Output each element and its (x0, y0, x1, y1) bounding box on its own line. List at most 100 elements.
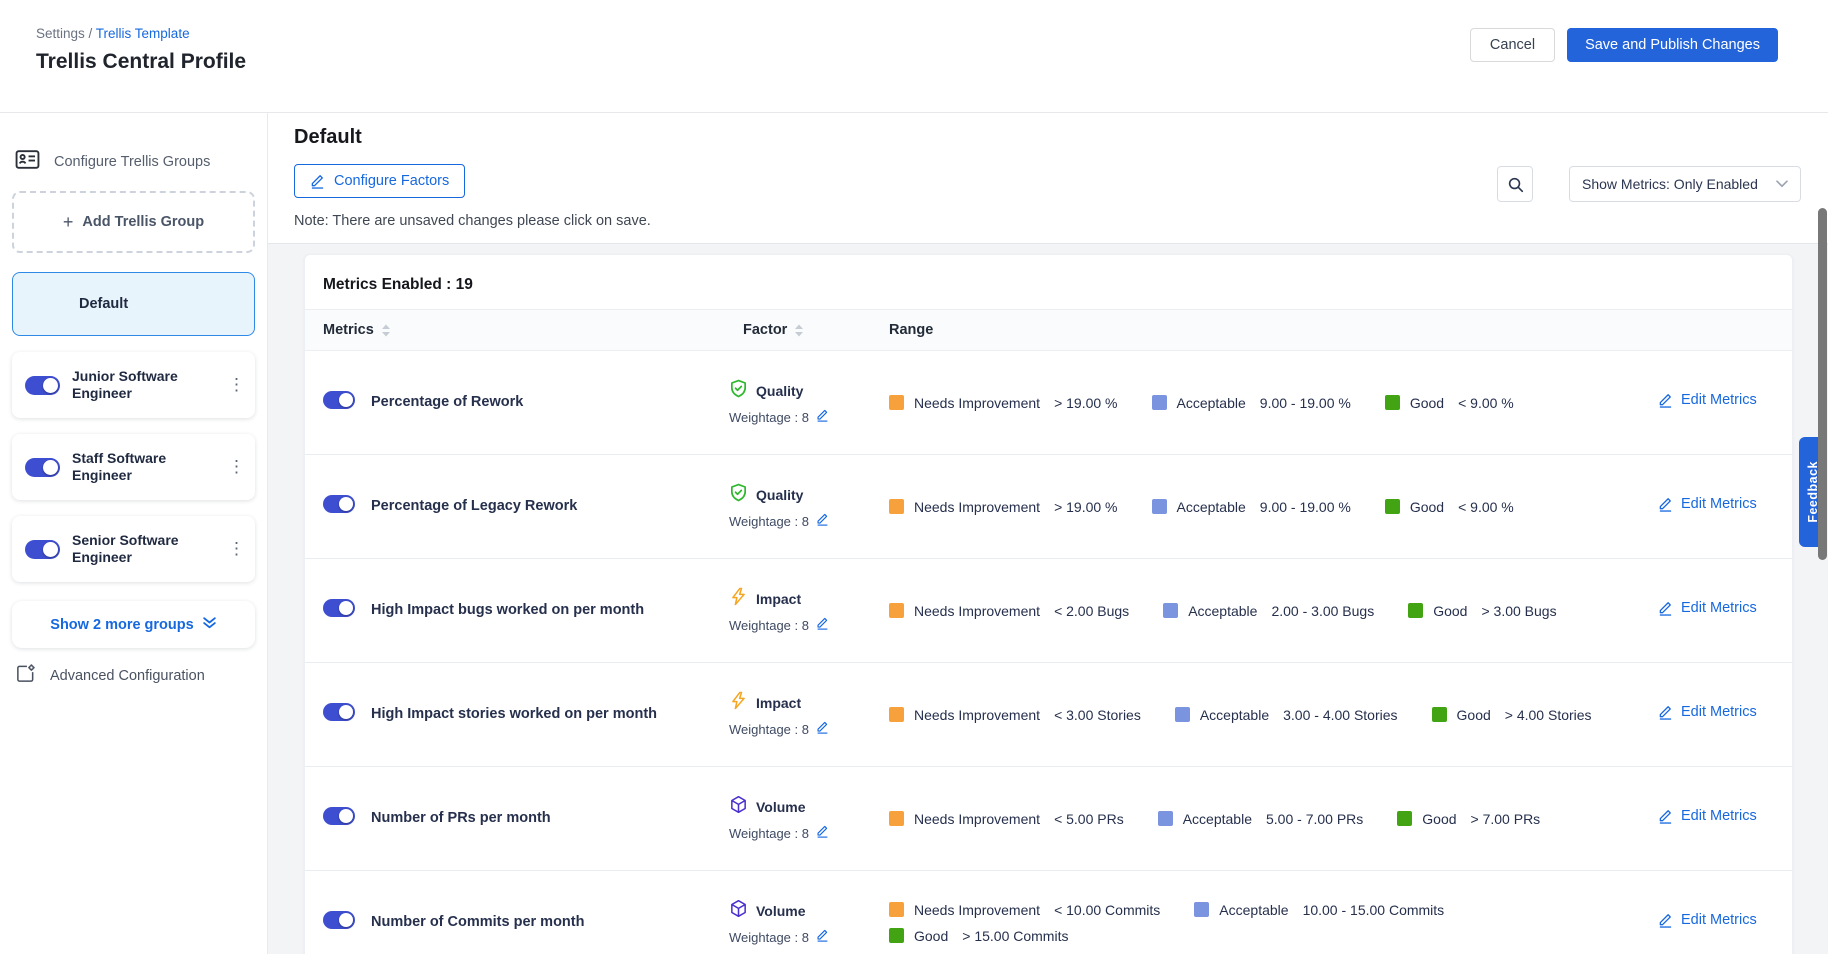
add-trellis-group-button[interactable]: + Add Trellis Group (12, 191, 255, 253)
range-value: 5.00 - 7.00 PRs (1266, 811, 1363, 827)
range-item: Good > 3.00 Bugs (1408, 603, 1556, 619)
configure-factors-button[interactable]: Configure Factors (294, 164, 465, 198)
table-header-row: Metrics Factor Range (305, 309, 1792, 351)
trellis-group-card[interactable]: Senior Software Engineer ⋮ (12, 516, 255, 582)
group-enabled-toggle[interactable] (25, 458, 60, 477)
range-value: > 3.00 Bugs (1481, 603, 1556, 619)
edit-metrics-link[interactable]: Edit Metrics (1658, 392, 1757, 408)
edit-pencil-icon (1658, 912, 1673, 928)
kebab-menu-icon[interactable]: ⋮ (228, 375, 242, 395)
metrics-filter-select[interactable]: Show Metrics: Only Enabled (1569, 166, 1801, 202)
range-value: > 15.00 Commits (962, 928, 1068, 944)
edit-weightage-icon[interactable] (816, 824, 829, 843)
range-value: < 3.00 Stories (1054, 707, 1141, 723)
range-label: Good (1457, 707, 1491, 723)
volume-cube-icon (729, 795, 748, 819)
sidebar: Configure Trellis Groups + Add Trellis G… (0, 113, 268, 954)
edit-weightage-icon[interactable] (816, 928, 829, 947)
range-value: 3.00 - 4.00 Stories (1283, 707, 1397, 723)
group-enabled-toggle[interactable] (25, 376, 60, 395)
group-name: Senior Software Engineer (72, 532, 216, 565)
metric-enabled-toggle[interactable] (323, 703, 355, 721)
edit-metrics-link[interactable]: Edit Metrics (1658, 496, 1757, 512)
weightage-label: Weightage : 8 (729, 618, 809, 633)
trellis-group-card[interactable]: Junior Software Engineer ⋮ (12, 352, 255, 418)
volume-cube-icon (729, 899, 748, 923)
sort-metrics-icon[interactable] (381, 324, 391, 337)
edit-weightage-icon[interactable] (816, 512, 829, 531)
range-color-swatch (889, 499, 904, 514)
range-label: Acceptable (1219, 902, 1288, 918)
metric-enabled-toggle[interactable] (323, 911, 355, 929)
edit-metrics-link[interactable]: Edit Metrics (1658, 808, 1757, 824)
breadcrumb-trellis-template[interactable]: Trellis Template (96, 26, 190, 41)
chevron-down-icon (1776, 180, 1788, 188)
range-item: Good> 7.00 PRs (1397, 811, 1540, 827)
plus-icon: + (63, 212, 74, 233)
kebab-menu-icon[interactable]: ⋮ (228, 457, 242, 477)
metrics-table-body: Percentage of Rework Quality Weightage :… (305, 351, 1792, 954)
unsaved-changes-note: Note: There are unsaved changes please c… (294, 213, 1828, 229)
search-button[interactable] (1497, 166, 1533, 202)
metric-enabled-toggle[interactable] (323, 599, 355, 617)
edit-weightage-icon[interactable] (816, 616, 829, 635)
breadcrumb-settings[interactable]: Settings (36, 26, 85, 41)
table-row: High Impact bugs worked on per month Imp… (305, 559, 1792, 663)
show-more-groups-button[interactable]: Show 2 more groups (12, 601, 255, 648)
range-color-swatch (889, 928, 904, 943)
range-cell: Needs Improvement> 19.00 % Acceptable 9.00… (889, 395, 1644, 411)
range-item: Needs Improvement< 10.00 Commits (889, 902, 1160, 918)
sidebar-item-advanced-configuration[interactable]: Advanced Configuration (12, 663, 255, 688)
weightage-label: Weightage : 8 (729, 826, 809, 841)
edit-pencil-icon (1658, 600, 1673, 616)
sort-factor-icon[interactable] (794, 324, 804, 337)
edit-pencil-icon (1658, 808, 1673, 824)
metric-enabled-toggle[interactable] (323, 495, 355, 513)
range-cell: Needs Improvement< 10.00 Commits Acceptab… (889, 902, 1644, 944)
range-label: Needs Improvement (914, 395, 1040, 411)
edit-metrics-link[interactable]: Edit Metrics (1658, 704, 1757, 720)
metrics-filter-value: Show Metrics: Only Enabled (1582, 176, 1776, 192)
vertical-scrollbar-thumb[interactable] (1818, 208, 1827, 560)
range-item: Needs Improvement> 19.00 % (889, 395, 1118, 411)
range-color-swatch (1163, 603, 1178, 618)
kebab-menu-icon[interactable]: ⋮ (228, 539, 242, 559)
trellis-group-card[interactable]: Staff Software Engineer ⋮ (12, 434, 255, 500)
range-label: Needs Improvement (914, 707, 1040, 723)
edit-metrics-link[interactable]: Edit Metrics (1658, 912, 1757, 928)
range-color-swatch (1385, 395, 1400, 410)
save-and-publish-button[interactable]: Save and Publish Changes (1567, 28, 1778, 62)
metric-enabled-toggle[interactable] (323, 391, 355, 409)
range-label: Acceptable (1177, 395, 1246, 411)
edit-weightage-icon[interactable] (816, 408, 829, 427)
factor-name: Quality (756, 383, 803, 399)
impact-lightning-icon (729, 587, 748, 611)
group-enabled-toggle[interactable] (25, 540, 60, 559)
group-name: Staff Software Engineer (72, 450, 216, 483)
range-label: Needs Improvement (914, 499, 1040, 515)
range-value: 9.00 - 19.00 % (1260, 395, 1351, 411)
edit-weightage-icon[interactable] (816, 720, 829, 739)
sidebar-item-default-group[interactable]: Default (12, 272, 255, 336)
range-value: < 10.00 Commits (1054, 902, 1160, 918)
metric-name: Number of Commits per month (371, 914, 584, 930)
range-color-swatch (1397, 811, 1412, 826)
cancel-button[interactable]: Cancel (1470, 28, 1555, 62)
group-list: Junior Software Engineer ⋮ Staff Softwar… (12, 352, 255, 582)
range-color-swatch (1385, 499, 1400, 514)
column-header-factor: Factor (743, 322, 787, 338)
range-color-swatch (1158, 811, 1173, 826)
metric-name: Percentage of Rework (371, 394, 523, 410)
table-row: Percentage of Legacy Rework Quality Weig… (305, 455, 1792, 559)
factor-name: Volume (756, 903, 806, 919)
range-color-swatch (1152, 499, 1167, 514)
range-label: Needs Improvement (914, 811, 1040, 827)
show-more-groups-label: Show 2 more groups (50, 617, 193, 633)
table-row: Percentage of Rework Quality Weightage :… (305, 351, 1792, 455)
range-value: < 9.00 % (1458, 395, 1514, 411)
edit-metrics-link[interactable]: Edit Metrics (1658, 600, 1757, 616)
range-label: Good (1433, 603, 1467, 619)
metric-enabled-toggle[interactable] (323, 807, 355, 825)
range-label: Good (1410, 499, 1444, 515)
edit-metrics-link-label: Edit Metrics (1681, 392, 1757, 408)
